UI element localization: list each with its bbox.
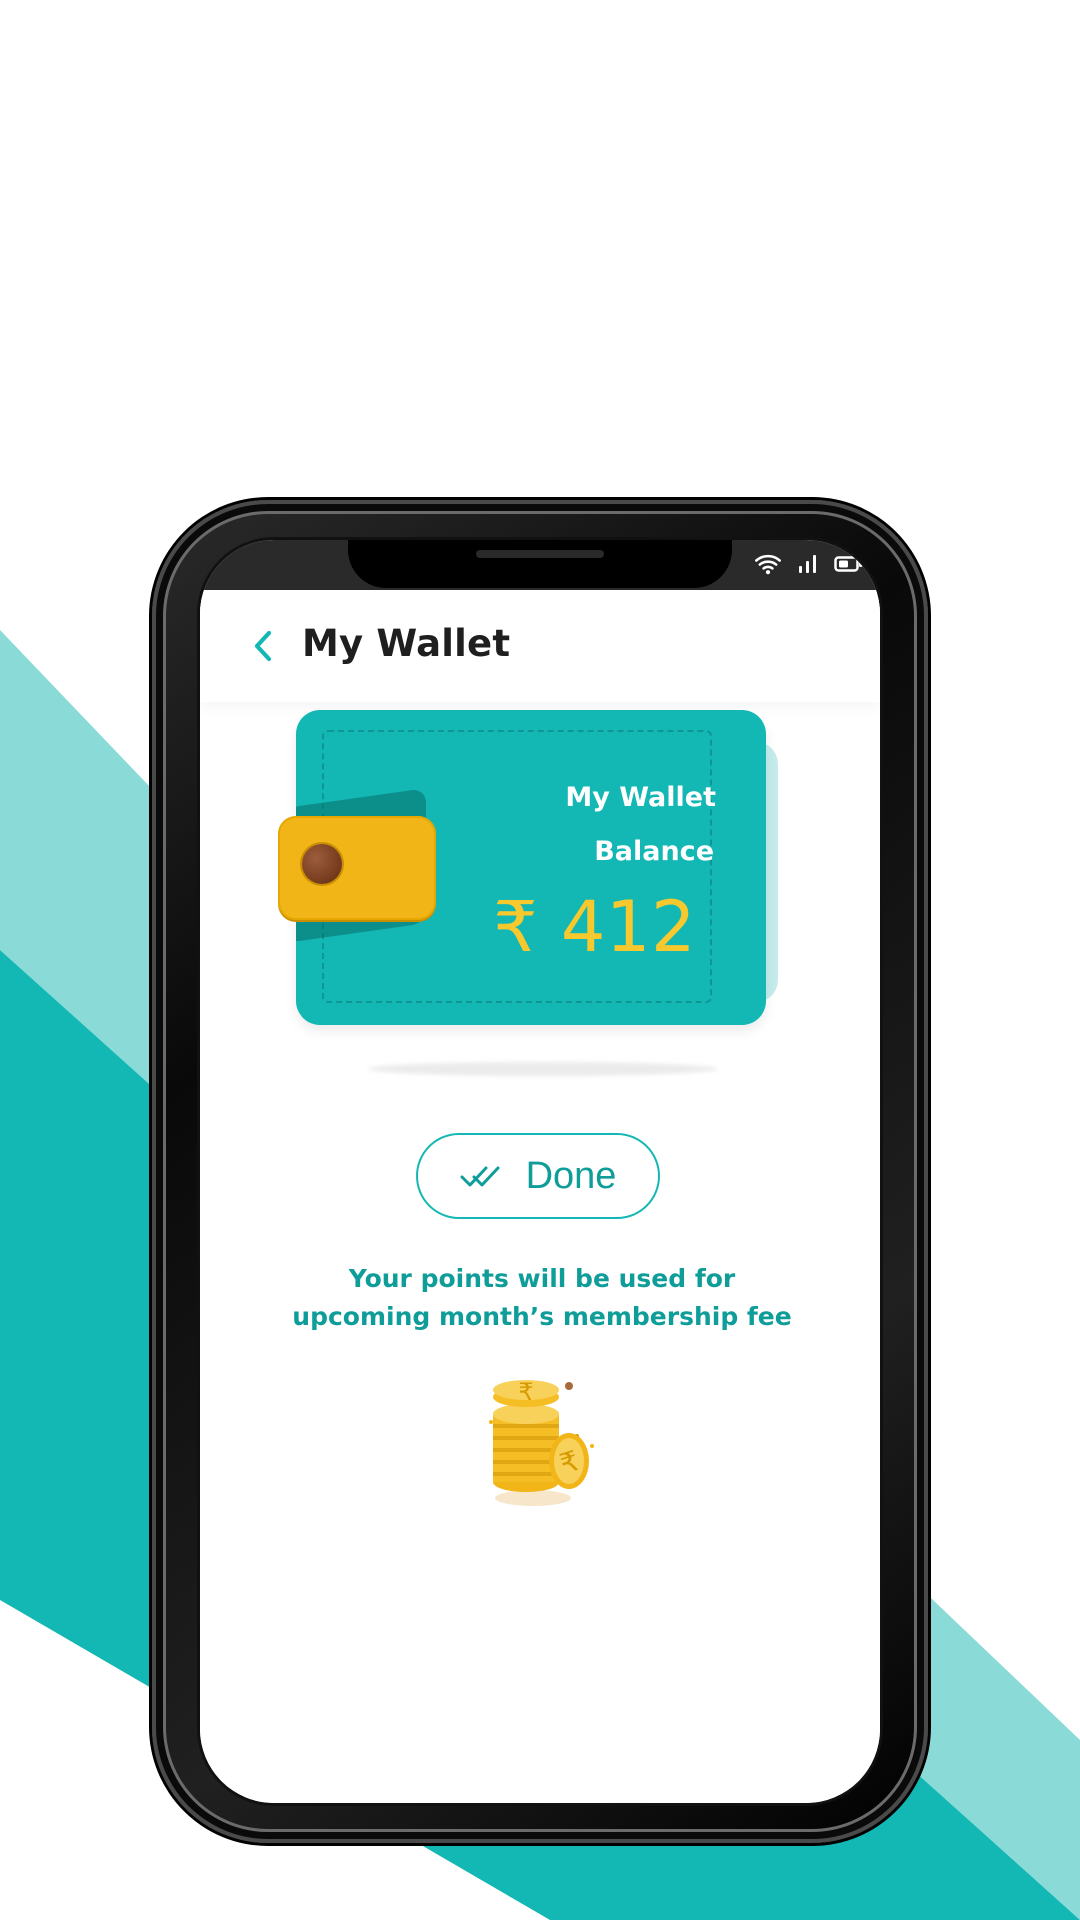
wallet-label-line1: My Wallet (565, 782, 716, 813)
header: My Wallet (200, 590, 880, 702)
wallet-graphic: My Wallet Balance ₹ 412 (278, 710, 846, 1076)
phone-screen: My Wallet My Wallet Balance ₹ 412 Done Y… (200, 540, 880, 1803)
wifi-icon (755, 554, 781, 575)
done-button[interactable]: Done (416, 1133, 660, 1219)
wallet-clasp-button (302, 844, 342, 884)
phone-speaker (476, 550, 604, 558)
status-icons (754, 552, 864, 576)
chevron-left-icon (254, 630, 272, 662)
battery-icon (834, 556, 863, 572)
wallet-floor-shadow (368, 1062, 718, 1076)
rupee-coins-icon: ₹ ₹ (489, 1378, 594, 1506)
page-title: My Wallet (302, 622, 511, 665)
wallet-balance-amount: ₹ 412 (493, 886, 696, 968)
status-bar (200, 540, 880, 590)
wallet-clasp (278, 816, 436, 920)
double-check-icon (460, 1166, 500, 1187)
done-button-label: Done (525, 1154, 617, 1197)
page: My Wallet My Wallet Balance ₹ 412 Done Y… (0, 0, 1080, 1920)
signal-icon (799, 555, 816, 573)
app-screen: My Wallet My Wallet Balance ₹ 412 Done Y… (200, 590, 880, 1803)
phone-mockup: My Wallet My Wallet Balance ₹ 412 Done Y… (152, 500, 928, 1843)
back-button[interactable] (242, 624, 286, 668)
svg-text:₹: ₹ (518, 1378, 533, 1406)
phone-notch (348, 540, 732, 588)
wallet-note: Your points will be used for upcoming mo… (292, 1264, 792, 1331)
wallet-label-line2: Balance (594, 836, 714, 867)
